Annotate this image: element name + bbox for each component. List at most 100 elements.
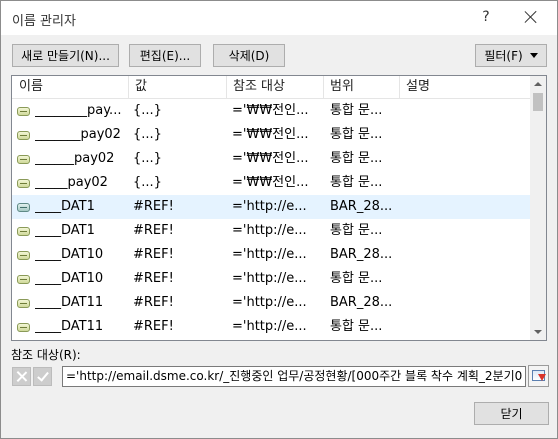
cell-scope: 통합 문... [330,151,383,166]
help-button[interactable]: ? [478,9,494,25]
cell-comment [405,315,525,339]
chevron-down-icon [529,53,538,58]
name-icon [17,299,30,308]
collapse-dialog-button[interactable] [528,365,549,387]
name-icon [17,179,30,188]
cell-refers-to: ='₩₩전인... [232,175,309,190]
table-row[interactable]: ________pay... {...} ='₩₩전인... 통합 문... [12,99,530,123]
column-header-value[interactable]: 값 [128,76,226,98]
cell-refers-to: ='http://e... [232,247,307,262]
table-row[interactable]: ____DAT10 #REF! ='http://e... 통합 문... [12,267,530,291]
cell-value: #REF! [133,319,174,334]
refers-to-field[interactable]: ='http://email.dsme.co.kr/_진행중인 업무/공정현황/… [62,366,526,387]
cell-name: _______pay02 [35,127,121,142]
table-row[interactable]: _______pay02 {...} ='₩₩전인... 통합 문... [12,123,530,147]
new-button-label: 새로 만들기(N)... [21,49,110,63]
table-row-selected[interactable]: ____DAT1 #REF! ='http://e... BAR_28... [12,195,530,219]
cell-name: ________pay... [35,103,122,118]
cell-scope: 통합 문... [330,127,383,142]
name-icon [17,275,30,284]
cell-name: ____DAT1 [35,199,95,214]
cell-comment [405,147,525,171]
table-row[interactable]: ____DAT11 #REF! ='http://e... BAR_28... [12,291,530,315]
cell-value: #REF! [133,199,174,214]
confirm-edit-icon[interactable] [33,367,52,386]
cell-scope: 통합 문... [330,271,383,286]
cell-refers-to: ='http://e... [232,199,307,214]
cell-name: ____DAT11 [35,295,104,310]
cell-name: _____pay02 [35,175,108,190]
cell-comment [405,195,525,219]
cell-value: #REF! [133,295,174,310]
column-header-row: 이름 값 참조 대상 범위 설명 [12,76,530,99]
cell-name: ______pay02 [35,151,115,166]
filter-button-label: 필터(F) [484,49,523,63]
name-icon [17,107,30,116]
cell-name: ____DAT10 [35,247,104,262]
cell-value: #REF! [133,223,174,238]
cell-refers-to: ='http://e... [232,271,307,286]
vertical-scrollbar[interactable] [530,76,546,340]
cell-name: ____DAT1 [35,223,95,238]
name-manager-dialog: 이름 관리자 ? 새로 만들기(N)... 편집(E)... 삭제(D) 필터(… [0,0,558,439]
cell-scope: BAR_28... [330,295,393,310]
cell-refers-to: ='₩₩전인... [232,127,309,142]
cell-comment [405,219,525,243]
name-icon [17,251,30,260]
names-list[interactable]: 이름 값 참조 대상 범위 설명 ________pay... {...} ='… [11,75,547,341]
cell-refers-to: ='http://e... [232,319,307,334]
name-icon [17,227,30,236]
cell-scope: BAR_28... [330,247,393,262]
dialog-title: 이름 관리자 [12,14,76,29]
close-button[interactable]: 닫기 [474,402,549,425]
cell-comment [405,171,525,195]
delete-button-label: 삭제(D) [228,49,270,63]
cell-refers-to: ='http://e... [232,295,307,310]
cell-scope: 통합 문... [330,319,383,334]
column-header-comment[interactable]: 설명 [399,76,530,98]
cell-scope: 통합 문... [330,223,383,238]
name-icon [17,155,30,164]
edit-button-label: 편집(E)... [139,49,191,63]
cell-name: ____DAT11 [35,319,104,334]
filter-button[interactable]: 필터(F) [475,44,547,67]
table-row[interactable]: ______pay02 {...} ='₩₩전인... 통합 문... [12,147,530,171]
cell-value: {...} [133,127,162,142]
edit-button[interactable]: 편집(E)... [129,44,201,67]
cancel-edit-icon[interactable] [12,367,31,386]
cell-refers-to: ='₩₩전인... [232,151,309,166]
scroll-up-icon[interactable] [534,82,542,86]
table-row[interactable]: ____DAT1 #REF! ='http://e... 통합 문... [12,219,530,243]
close-icon[interactable] [521,7,541,27]
column-header-scope[interactable]: 범위 [323,76,399,98]
column-header-name[interactable]: 이름 [12,76,128,98]
new-button[interactable]: 새로 만들기(N)... [12,44,119,67]
cell-scope: 통합 문... [330,175,383,190]
column-header-refers-to[interactable]: 참조 대상 [226,76,324,98]
cell-comment [405,243,525,267]
table-row[interactable]: ____DAT11 #REF! ='http://e... 통합 문... [12,315,530,339]
scroll-thumb[interactable] [533,93,543,111]
table-row[interactable]: _____pay02 {...} ='₩₩전인... 통합 문... [12,171,530,195]
close-button-label: 닫기 [500,407,523,421]
cell-name: ____DAT10 [35,271,104,286]
cell-value: #REF! [133,247,174,262]
name-icon [17,323,30,332]
delete-button[interactable]: 삭제(D) [213,44,285,67]
cell-scope: 통합 문... [330,103,383,118]
cell-scope: BAR_28... [330,199,393,214]
cell-comment [405,123,525,147]
name-icon [17,203,30,212]
cell-value: #REF! [133,271,174,286]
refers-to-label: 참조 대상(R): [11,348,81,362]
cell-comment [405,267,525,291]
title-bar: 이름 관리자 ? [1,1,557,35]
cell-refers-to: ='http://e... [232,223,307,238]
scroll-down-icon[interactable] [534,330,542,334]
table-row[interactable]: ____DAT10 #REF! ='http://e... BAR_28... [12,243,530,267]
cell-comment [405,291,525,315]
cell-value: {...} [133,103,162,118]
cell-value: {...} [133,175,162,190]
name-icon [17,131,30,140]
cell-value: {...} [133,151,162,166]
